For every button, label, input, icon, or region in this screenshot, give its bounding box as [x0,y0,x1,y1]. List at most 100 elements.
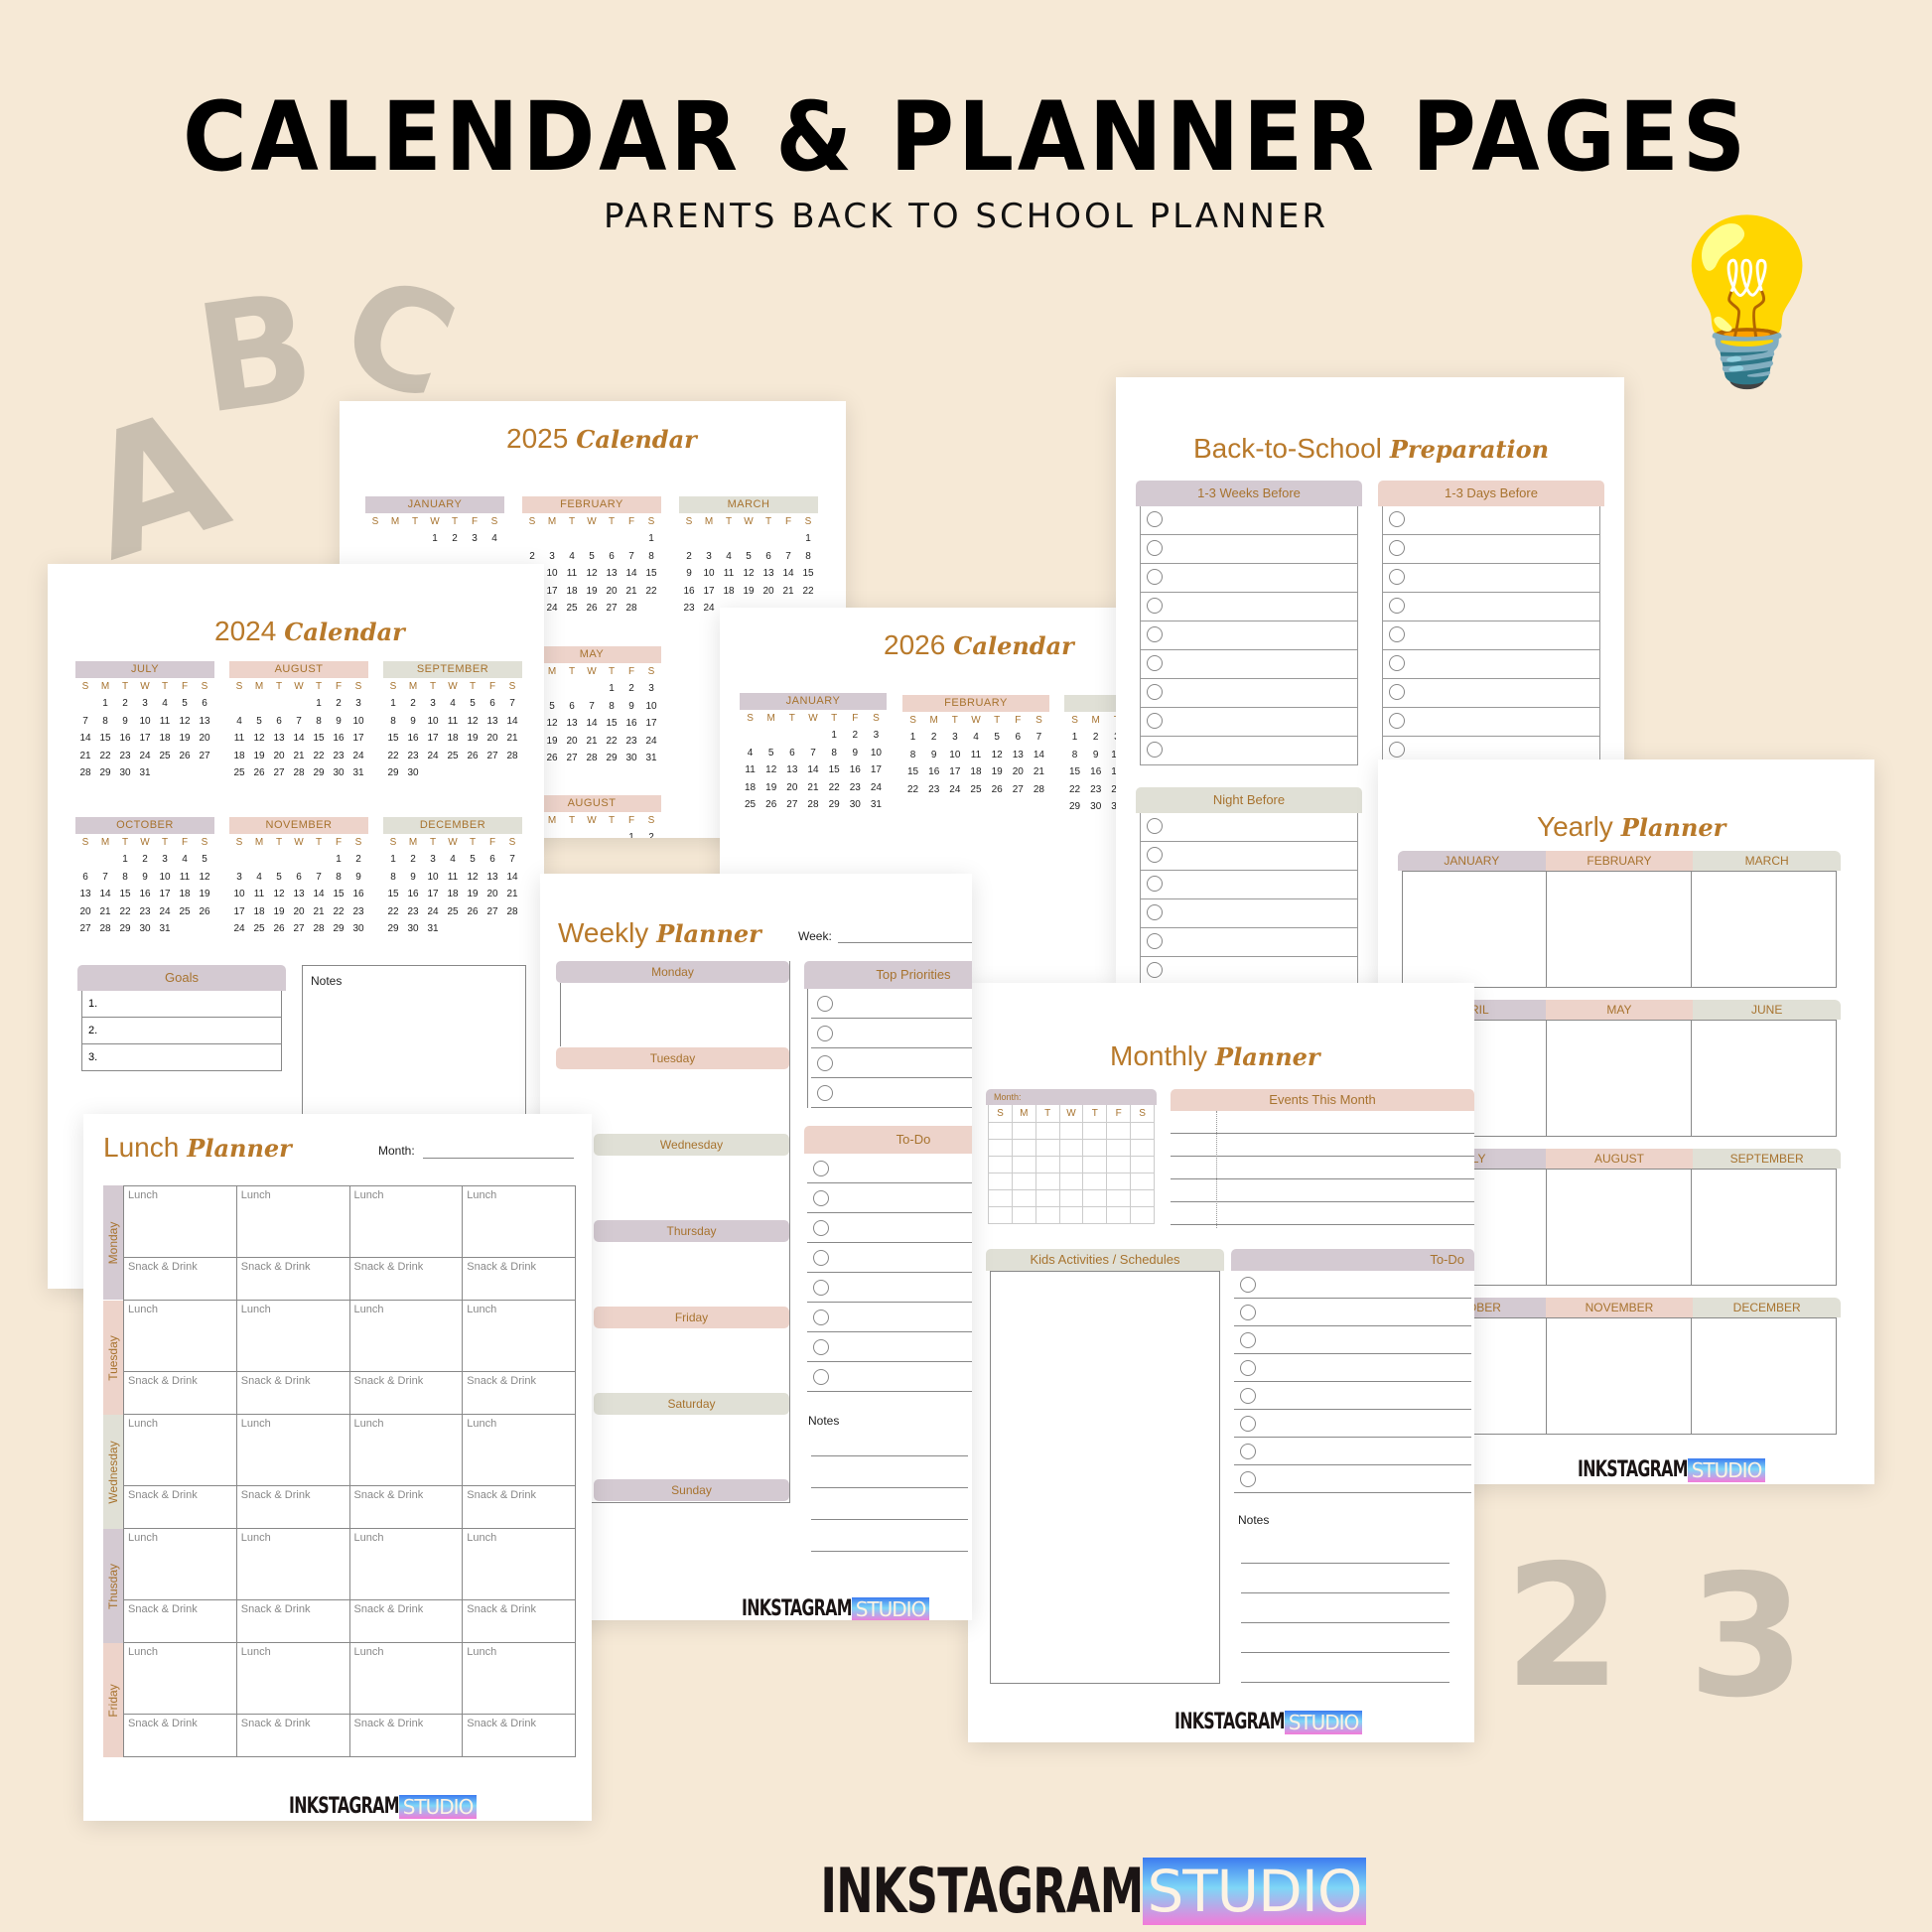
kids-area[interactable] [990,1271,1220,1684]
todo-row[interactable] [1234,1299,1471,1326]
event-line[interactable] [1171,1201,1474,1202]
month-box[interactable] [1692,1318,1836,1434]
mini-calendar-cell[interactable] [1131,1157,1155,1173]
mini-calendar-cell[interactable] [1083,1190,1108,1207]
todo-row[interactable] [811,1078,972,1108]
checkbox-circle-icon[interactable] [1240,1276,1256,1293]
checklist-row[interactable] [1140,813,1358,842]
goal-row[interactable]: 1. [81,991,282,1018]
snack-cell[interactable]: Snack & Drink [124,1372,237,1415]
lunch-cell[interactable]: Lunch [124,1415,237,1486]
checkbox-circle-icon[interactable] [1240,1304,1256,1320]
checkbox-circle-icon[interactable] [1147,876,1163,892]
note-line[interactable] [811,1488,968,1520]
checkbox-circle-icon[interactable] [1389,511,1405,527]
mini-calendar-cell[interactable] [1059,1190,1084,1207]
snack-cell[interactable]: Snack & Drink [236,1600,350,1643]
checkbox-circle-icon[interactable] [1147,626,1163,642]
checkbox-circle-icon[interactable] [1147,847,1163,863]
month-box[interactable] [1547,872,1692,987]
mini-calendar-cell[interactable] [1035,1207,1060,1224]
snack-cell[interactable]: Snack & Drink [463,1486,576,1529]
snack-cell[interactable]: Snack & Drink [463,1258,576,1301]
checklist-row[interactable] [1140,593,1358,621]
mini-calendar-cell[interactable] [989,1140,1013,1157]
checklist-row[interactable] [1140,708,1358,737]
mini-calendar-cell[interactable] [989,1157,1013,1173]
todo-row[interactable] [807,1243,972,1273]
snack-cell[interactable]: Snack & Drink [236,1486,350,1529]
mini-calendar-cell[interactable] [989,1173,1013,1190]
month-box[interactable] [1692,1170,1836,1285]
checklist-row[interactable] [1140,506,1358,535]
mini-calendar-cell[interactable] [1107,1157,1132,1173]
event-line[interactable] [1171,1133,1474,1134]
mini-calendar-cell[interactable] [1131,1140,1155,1157]
mini-calendar-cell[interactable] [1035,1173,1060,1190]
checkbox-circle-icon[interactable] [813,1309,829,1325]
todo-row[interactable] [811,989,972,1019]
todo-row[interactable] [811,1048,972,1078]
mini-calendar-cell[interactable] [1083,1207,1108,1224]
checkbox-circle-icon[interactable] [1147,933,1163,949]
mini-calendar-cell[interactable] [989,1207,1013,1224]
checkbox-circle-icon[interactable] [1147,818,1163,834]
checkbox-circle-icon[interactable] [1147,684,1163,700]
lunch-cell[interactable]: Lunch [236,1529,350,1600]
todo-row[interactable] [1234,1410,1471,1438]
mini-calendar-cell[interactable] [1107,1190,1132,1207]
todo-row[interactable] [807,1273,972,1303]
lunch-cell[interactable]: Lunch [124,1529,237,1600]
checkbox-circle-icon[interactable] [1240,1387,1256,1404]
mini-calendar-cell[interactable] [1059,1123,1084,1140]
checklist-row[interactable] [1140,650,1358,679]
checkbox-circle-icon[interactable] [1147,540,1163,556]
checkbox-circle-icon[interactable] [813,1249,829,1266]
month-box[interactable] [1692,872,1836,987]
snack-cell[interactable]: Snack & Drink [463,1715,576,1757]
event-line[interactable] [1171,1156,1474,1157]
todo-row[interactable] [1234,1271,1471,1299]
note-line[interactable] [811,1425,968,1456]
snack-cell[interactable]: Snack & Drink [349,1486,464,1529]
todo-row[interactable] [807,1213,972,1243]
todo-row[interactable] [807,1183,972,1213]
checkbox-circle-icon[interactable] [817,1084,833,1101]
checkbox-circle-icon[interactable] [1147,713,1163,729]
checkbox-circle-icon[interactable] [813,1189,829,1206]
checkbox-circle-icon[interactable] [1240,1443,1256,1459]
todo-row[interactable] [807,1332,972,1362]
checkbox-circle-icon[interactable] [1389,655,1405,671]
checkbox-circle-icon[interactable] [1389,540,1405,556]
todo-row[interactable] [807,1154,972,1183]
note-line[interactable] [1241,1623,1449,1653]
checklist-row[interactable] [1382,708,1600,737]
snack-cell[interactable]: Snack & Drink [236,1372,350,1415]
snack-cell[interactable]: Snack & Drink [236,1715,350,1757]
checklist-row[interactable] [1382,621,1600,650]
todo-row[interactable] [1234,1354,1471,1382]
mini-calendar-cell[interactable] [1035,1190,1060,1207]
checkbox-circle-icon[interactable] [1240,1359,1256,1376]
mini-calendar-cell[interactable] [1012,1190,1036,1207]
month-box[interactable] [1692,1021,1836,1136]
month-input[interactable] [423,1158,574,1159]
checkbox-circle-icon[interactable] [1147,511,1163,527]
todo-row[interactable] [1234,1326,1471,1354]
note-line[interactable] [811,1520,968,1552]
checkbox-circle-icon[interactable] [1147,742,1163,758]
checkbox-circle-icon[interactable] [817,1054,833,1071]
lunch-cell[interactable]: Lunch [463,1529,576,1600]
checklist-row[interactable] [1382,650,1600,679]
snack-cell[interactable]: Snack & Drink [124,1600,237,1643]
lunch-cell[interactable]: Lunch [236,1301,350,1372]
checkbox-circle-icon[interactable] [813,1160,829,1176]
mini-calendar-cell[interactable] [1012,1157,1036,1173]
checkbox-circle-icon[interactable] [1240,1331,1256,1348]
todo-row[interactable] [807,1362,972,1392]
mini-calendar-cell[interactable] [1059,1207,1084,1224]
event-line[interactable] [1171,1178,1474,1179]
mini-calendar-cell[interactable] [1059,1173,1084,1190]
lunch-cell[interactable]: Lunch [463,1643,576,1715]
note-line[interactable] [1241,1593,1449,1623]
